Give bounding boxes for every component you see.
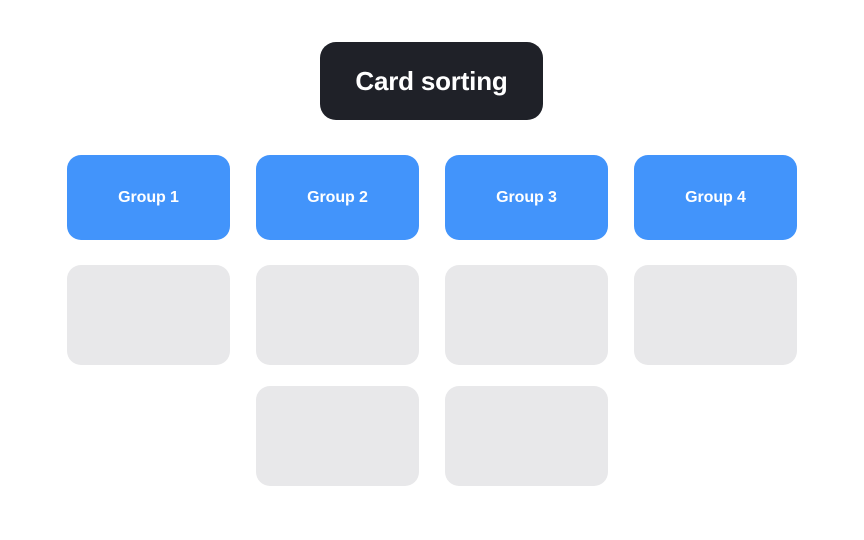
group-header-4[interactable]: Group 4 (634, 155, 797, 240)
card-stack-2 (256, 265, 419, 486)
group-header-label-2: Group 2 (307, 188, 368, 206)
card-slot-4-1[interactable] (634, 265, 797, 365)
board-title: Card sorting (355, 66, 508, 96)
group-column-2: Group 2 (256, 155, 419, 486)
group-grid: Group 1 Group 2 Group 3 Group 4 (67, 155, 798, 486)
group-header-label-3: Group 3 (496, 188, 557, 206)
card-stack-1 (67, 265, 230, 365)
group-header-2[interactable]: Group 2 (256, 155, 419, 240)
group-column-1: Group 1 (67, 155, 230, 486)
card-slot-2-2[interactable] (256, 386, 419, 486)
group-column-4: Group 4 (634, 155, 797, 486)
card-slot-1-1[interactable] (67, 265, 230, 365)
card-stack-3 (445, 265, 608, 486)
card-stack-4 (634, 265, 797, 365)
card-slot-3-2[interactable] (445, 386, 608, 486)
group-column-3: Group 3 (445, 155, 608, 486)
card-slot-2-1[interactable] (256, 265, 419, 365)
card-sorting-board: Card sorting Group 1 Group 2 Group 3 Gro… (0, 0, 864, 540)
group-header-3[interactable]: Group 3 (445, 155, 608, 240)
group-header-1[interactable]: Group 1 (67, 155, 230, 240)
group-header-label-4: Group 4 (685, 188, 746, 206)
card-slot-3-1[interactable] (445, 265, 608, 365)
group-header-label-1: Group 1 (118, 188, 179, 206)
board-title-pill: Card sorting (320, 42, 543, 120)
